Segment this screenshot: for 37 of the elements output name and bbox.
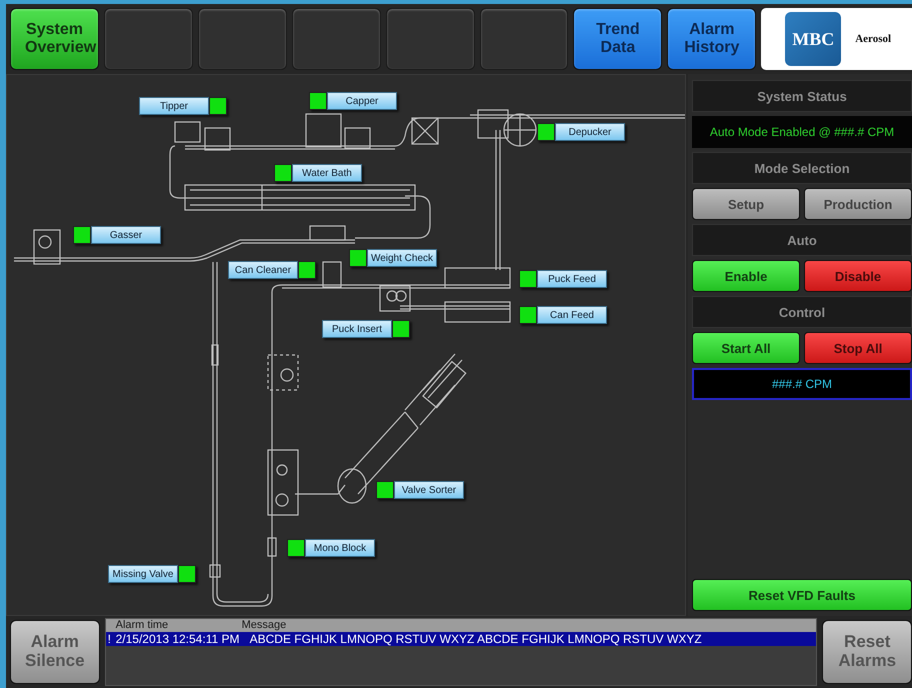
logo-text: Aerosol (855, 33, 892, 45)
alarm-silence-button[interactable]: Alarm Silence (10, 620, 100, 684)
station-label[interactable]: Puck Feed (537, 270, 607, 288)
alarm-message: ABCDE FGHIJK LMNOPQ RSTUV WXYZ ABCDE FGHIJK LMNOPQ RSTUV WXYZ (250, 632, 702, 646)
station-label[interactable]: Mono Block (305, 539, 375, 557)
station-label[interactable]: Depucker (555, 123, 625, 141)
section-header: Auto (692, 224, 912, 256)
station-label[interactable]: Capper (327, 92, 397, 110)
station-label[interactable]: Can Feed (537, 306, 607, 324)
station-label[interactable]: Puck Insert (322, 320, 392, 338)
station-label[interactable]: Gasser (91, 226, 161, 244)
control-button[interactable]: Reset VFD Faults (692, 579, 912, 611)
control-button[interactable]: Production (804, 188, 912, 220)
station-label[interactable]: Tipper (139, 97, 209, 115)
nav-button[interactable]: Trend Data (573, 8, 662, 70)
status-message: Auto Mode Enabled @ ###.# CPM (692, 116, 912, 148)
logo-mark: MBC (785, 12, 842, 66)
reset-alarms-button[interactable]: Reset Alarms (822, 620, 912, 684)
column-header: Message (242, 619, 286, 632)
station-label[interactable]: Valve Sorter (394, 481, 464, 499)
station-label[interactable]: Weight Check (367, 249, 437, 267)
column-header: Alarm time (116, 619, 170, 632)
nav-button[interactable]: Alarm History (667, 8, 756, 70)
station-label[interactable]: Missing Valve (108, 565, 178, 583)
alarm-row[interactable]: ! 2/15/2013 12:54:11 PM ABCDE FGHIJK LMNOPQ RSTUV WXYZ ABCDE FGHIJK LMNOPQ RSTUV WXYZ (106, 632, 816, 646)
control-button[interactable]: Start All (692, 332, 800, 364)
alarm-flag-label: ! (106, 632, 112, 646)
section-header: Mode Selection (692, 152, 912, 184)
station-label[interactable]: Can Cleaner (228, 261, 298, 279)
section-header: System Status (692, 80, 912, 112)
nav-button[interactable]: System Overview (10, 8, 99, 70)
section-header: Control (692, 296, 912, 328)
station-label[interactable]: Water Bath (292, 164, 362, 182)
control-button[interactable]: Setup (692, 188, 800, 220)
control-button[interactable]: Enable (692, 260, 800, 292)
rate-display: ###.# CPM (692, 368, 912, 400)
alarm-time: 2/15/2013 12:54:11 PM (116, 632, 240, 646)
